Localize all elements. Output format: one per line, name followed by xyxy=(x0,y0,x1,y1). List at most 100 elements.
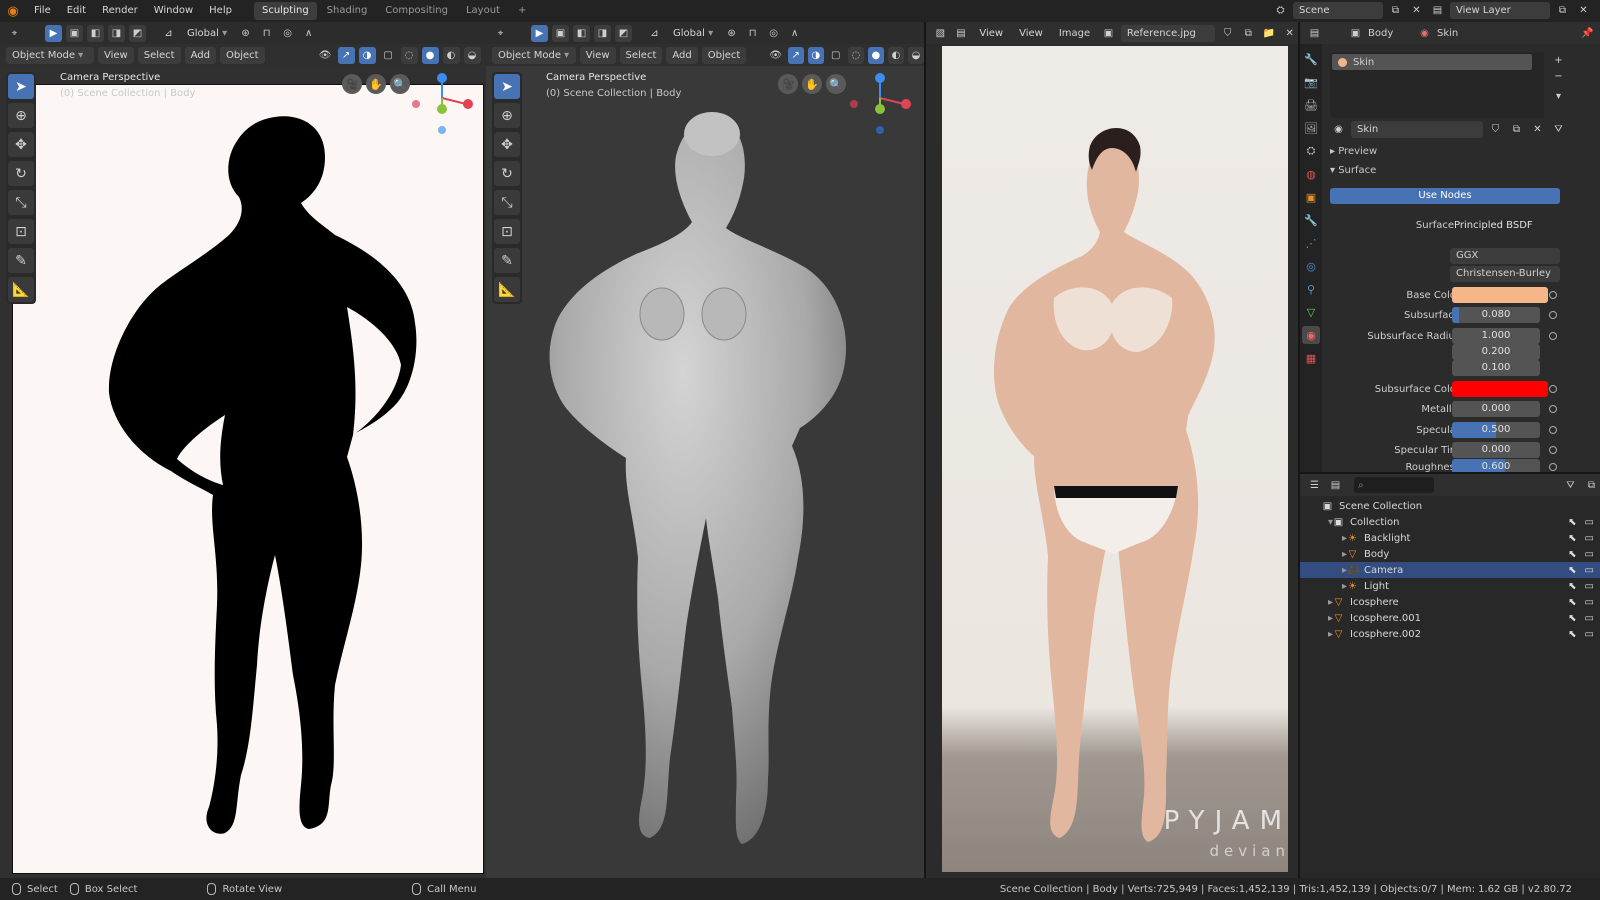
render-tab-icon[interactable]: 📷 xyxy=(1302,73,1320,91)
keyframe-dot-icon[interactable] xyxy=(1549,291,1557,299)
outliner-item-icosphere-001[interactable]: ▸ ▽ Icosphere.001 ⬉ ▭ xyxy=(1300,610,1600,626)
proportional-icon[interactable]: ◎ xyxy=(765,25,782,42)
navigation-gizmo[interactable] xyxy=(408,70,478,140)
new-view-layer-icon[interactable]: ⧉ xyxy=(1554,2,1571,19)
camera-view-icon[interactable]: 🎥 xyxy=(342,74,362,94)
measure-tool-icon[interactable]: 📐 xyxy=(494,277,520,302)
property-value-field[interactable]: 0.000 xyxy=(1452,442,1540,458)
outliner-search-input[interactable]: ⌕ xyxy=(1354,477,1434,493)
editor-type-icon[interactable]: ⌖ xyxy=(6,25,23,42)
pivot-icon[interactable]: ⊛ xyxy=(723,25,740,42)
add-menu[interactable]: Add xyxy=(184,46,216,64)
property-value-field[interactable]: 0.000 xyxy=(1452,401,1540,417)
mode-dropdown[interactable]: Object Mode xyxy=(6,46,94,64)
new-image-icon[interactable]: ⧉ xyxy=(1240,25,1257,42)
camera-view-icon[interactable]: 🎥 xyxy=(778,74,798,94)
view-layer-icon[interactable]: ▤ xyxy=(1429,2,1446,19)
outliner-item-body[interactable]: ▸ ▽ Body ⬉ ▭ xyxy=(1300,546,1600,562)
scale-tool-icon[interactable]: ⤡ xyxy=(8,190,34,215)
select-menu[interactable]: Select xyxy=(137,46,181,64)
keyframe-dot-icon[interactable] xyxy=(1549,405,1557,413)
overlay-toggle-icon[interactable]: ◑ xyxy=(358,46,376,64)
transform-tool-icon[interactable]: ⊡ xyxy=(8,219,34,244)
pivot-icon[interactable]: ⊛ xyxy=(237,25,254,42)
select-mode-extend-icon[interactable]: ◧ xyxy=(87,24,104,42)
view-menu-1[interactable]: View xyxy=(973,25,1009,42)
selectable-toggle-icon[interactable]: ⬉ xyxy=(1568,597,1576,608)
selectable-toggle-icon[interactable]: ⬉ xyxy=(1568,517,1576,528)
material-name-field[interactable]: Skin xyxy=(1351,120,1483,138)
view-layer-field[interactable]: View Layer xyxy=(1450,2,1550,19)
editor-type-icon[interactable]: ▤ xyxy=(1306,25,1323,42)
close-image-icon[interactable]: ✕ xyxy=(1281,25,1298,42)
selectable-toggle-icon[interactable]: ⬉ xyxy=(1568,533,1576,544)
fake-user-icon[interactable]: ⛉ xyxy=(1487,121,1504,138)
property-value-field[interactable]: 0.200 xyxy=(1452,344,1540,360)
surface-panel-header[interactable]: ▾ Surface xyxy=(1330,165,1376,176)
tab-shading[interactable]: Shading xyxy=(319,2,376,20)
particles-tab-icon[interactable]: ⋰ xyxy=(1302,234,1320,252)
shading-material-icon[interactable]: ◐ xyxy=(442,46,460,64)
select-mode-subtract-icon[interactable]: ◨ xyxy=(594,24,611,42)
property-value-field[interactable]: 0.100 xyxy=(1452,360,1540,376)
view-menu-2[interactable]: View xyxy=(1013,25,1049,42)
xray-icon[interactable]: ▢ xyxy=(828,47,844,64)
render-toggle-icon[interactable]: ▭ xyxy=(1585,533,1594,544)
render-toggle-icon[interactable]: ▭ xyxy=(1585,517,1594,528)
snap-icon[interactable]: ⊓ xyxy=(744,25,761,42)
render-toggle-icon[interactable]: ▭ xyxy=(1585,597,1594,608)
measure-tool-icon[interactable]: 📐 xyxy=(8,277,34,302)
zoom-icon[interactable]: 🔍 xyxy=(826,74,846,94)
scene-field[interactable]: Scene xyxy=(1293,2,1383,19)
viewport-middle[interactable]: ⌖ ▶ ▣ ◧ ◨ ◩ ⊿ Global ⊛ ⊓ ◎ ∧ Object Mode… xyxy=(486,22,924,878)
output-tab-icon[interactable]: 🖨 xyxy=(1302,96,1320,114)
select-mode-extend-icon[interactable]: ◧ xyxy=(573,24,590,42)
select-mode-new-icon[interactable]: ▣ xyxy=(66,24,83,42)
render-toggle-icon[interactable]: ▭ xyxy=(1585,549,1594,560)
selectable-toggle-icon[interactable]: ⬉ xyxy=(1568,613,1576,624)
select-mode-intersect-icon[interactable]: ◩ xyxy=(615,24,632,42)
gizmo-toggle-icon[interactable]: ↗ xyxy=(337,46,355,64)
select-box-tool-icon[interactable]: ➤ xyxy=(494,74,520,99)
rotate-tool-icon[interactable]: ↻ xyxy=(8,161,34,186)
tab-sculpting[interactable]: Sculpting xyxy=(253,2,317,20)
render-toggle-icon[interactable]: ▭ xyxy=(1585,581,1594,592)
slot-specials-icon[interactable]: ▾ xyxy=(1550,88,1567,105)
menu-render[interactable]: Render xyxy=(94,0,146,22)
property-value-field[interactable]: 1.000 xyxy=(1452,328,1540,344)
fake-user-icon[interactable]: ⛉ xyxy=(1219,25,1236,42)
render-toggle-icon[interactable]: ▭ xyxy=(1585,629,1594,640)
node-link-icon[interactable]: ⛛ xyxy=(1550,121,1567,138)
shading-solid-icon[interactable]: ● xyxy=(867,46,884,64)
property-value-field[interactable] xyxy=(1452,287,1548,303)
xray-icon[interactable]: ▢ xyxy=(380,47,397,64)
editor-type-icon[interactable]: ▧ xyxy=(932,25,949,42)
render-toggle-icon[interactable]: ▭ xyxy=(1585,565,1594,576)
add-menu[interactable]: Add xyxy=(666,46,698,64)
property-value-field[interactable]: 0.500 xyxy=(1452,422,1540,438)
view-menu[interactable]: View xyxy=(579,46,616,64)
scene-tab-icon[interactable]: ⛭ xyxy=(1302,142,1320,160)
filter-icon[interactable]: ⛛ xyxy=(1562,477,1579,494)
gizmo-toggle-icon[interactable]: ↗ xyxy=(787,46,804,64)
navigation-gizmo[interactable] xyxy=(846,70,916,140)
pan-hand-icon[interactable]: ✋ xyxy=(802,74,822,94)
shading-wire-icon[interactable]: ◌ xyxy=(400,46,418,64)
zoom-icon[interactable]: 🔍 xyxy=(390,74,410,94)
preview-panel-header[interactable]: ▸ Preview xyxy=(1330,146,1377,157)
annotate-tool-icon[interactable]: ✎ xyxy=(494,248,520,273)
blender-logo-icon[interactable]: ◉ xyxy=(0,4,26,19)
outliner-item-light[interactable]: ▸ ☀ Light ⬉ ▭ xyxy=(1300,578,1600,594)
delete-scene-icon[interactable]: ✕ xyxy=(1408,2,1425,19)
property-value-field[interactable] xyxy=(1452,381,1548,397)
outliner-item-camera[interactable]: ▸ 🎥 Camera ⬉ ▭ xyxy=(1300,562,1600,578)
new-collection-icon[interactable]: ⧉ xyxy=(1583,477,1600,494)
pan-hand-icon[interactable]: ✋ xyxy=(366,74,386,94)
subsurface-method-dropdown[interactable]: Christensen-Burley xyxy=(1450,266,1560,282)
render-toggle-icon[interactable]: ▭ xyxy=(1585,613,1594,624)
object-tab-icon[interactable]: ▣ xyxy=(1302,188,1320,206)
snap-icon[interactable]: ⊓ xyxy=(258,25,275,42)
outliner-item-backlight[interactable]: ▸ ☀ Backlight ⬉ ▭ xyxy=(1300,530,1600,546)
mode-dropdown[interactable]: Object Mode xyxy=(492,46,576,64)
select-mode-intersect-icon[interactable]: ◩ xyxy=(129,24,146,42)
